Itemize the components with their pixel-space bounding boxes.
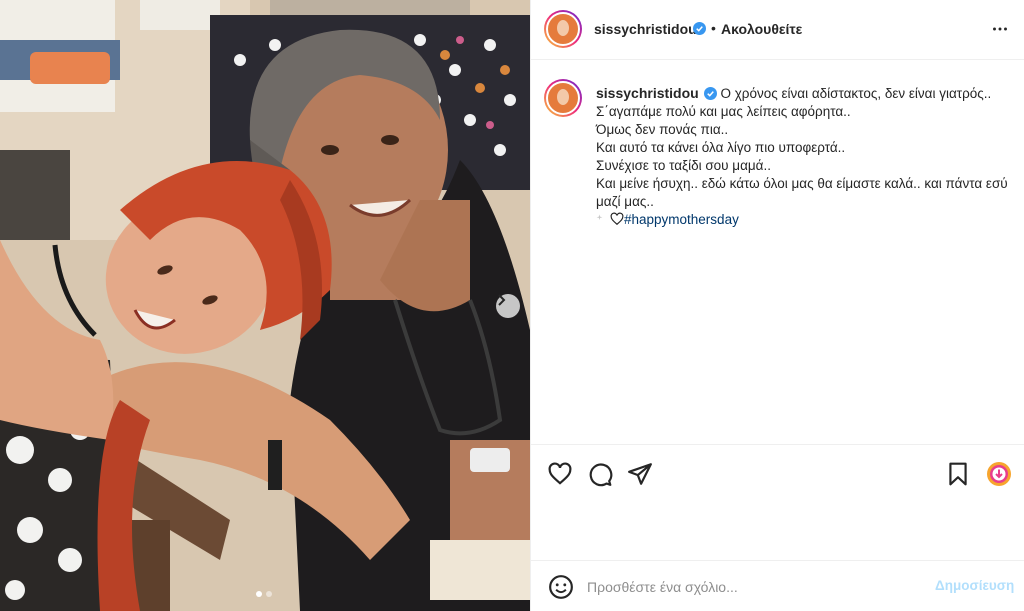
caption-hashtag-line: #happymothersday [596, 211, 1011, 229]
heart-icon[interactable] [547, 461, 573, 487]
verified-badge-icon [703, 87, 717, 100]
carousel-dot-2 [266, 591, 272, 597]
post-side-panel: sissychristidou • Ακολουθείτε sissychris… [530, 0, 1024, 611]
caption-text-line: Συνέχισε το ταξίδι σου μαμά.. [596, 158, 771, 173]
caption-text-line: Όμως δεν πονάς πια.. [596, 122, 729, 137]
avatar[interactable] [544, 10, 582, 48]
white-heart-icon [610, 212, 624, 226]
hashtag-link[interactable]: #happymothersday [624, 212, 739, 227]
emoji-icon[interactable] [548, 574, 574, 600]
caption-username[interactable]: sissychristidou [596, 85, 699, 101]
chevron-right-icon [498, 294, 506, 306]
verified-badge-icon [693, 22, 706, 35]
caption-text-line: Και μείνε ήσυχη.. εδώ κάτω όλοι μας θα ε… [596, 176, 1012, 209]
comment-input[interactable] [587, 575, 917, 599]
post-photo[interactable] [0, 0, 530, 611]
comment-bar: Δημοσίευση [531, 560, 1024, 611]
header-separator: • [711, 20, 716, 36]
caption-avatar[interactable] [544, 79, 582, 117]
paper-plane-icon[interactable] [627, 461, 653, 487]
caption-line-1: sissychristidou Ο χρόνος είναι αδίστακτο… [596, 84, 1011, 103]
caption-text-line: Σ΄αγαπάμε πολύ και μας λείπεις αφόρητα.. [596, 104, 851, 119]
post-actions [531, 444, 1024, 560]
download-extension-icon[interactable] [986, 461, 1012, 487]
carousel-next-button[interactable] [496, 294, 520, 318]
bookmark-icon[interactable] [945, 461, 971, 487]
more-options-icon[interactable] [989, 18, 1011, 40]
comment-icon[interactable] [587, 461, 613, 487]
caption-text-line: Ο χρόνος είναι αδίστακτος, δεν είναι για… [720, 86, 992, 101]
header-username[interactable]: sissychristidou [594, 21, 697, 37]
carousel-dots [256, 591, 272, 597]
post-caption: sissychristidou Ο χρόνος είναι αδίστακτο… [531, 60, 1024, 444]
caption-text-line: Και αυτό τα κάνει όλα λίγο πιο υποφερτά.… [596, 140, 846, 155]
post-comment-button[interactable]: Δημοσίευση [935, 578, 1014, 593]
carousel-dot-1 [256, 591, 262, 597]
caption-text: sissychristidou Ο χρόνος είναι αδίστακτο… [596, 84, 1011, 229]
following-button[interactable]: Ακολουθείτε [721, 21, 802, 37]
sparkle-icon [596, 214, 603, 221]
photo-illustration [0, 0, 530, 611]
post-header: sissychristidou • Ακολουθείτε [531, 0, 1024, 60]
